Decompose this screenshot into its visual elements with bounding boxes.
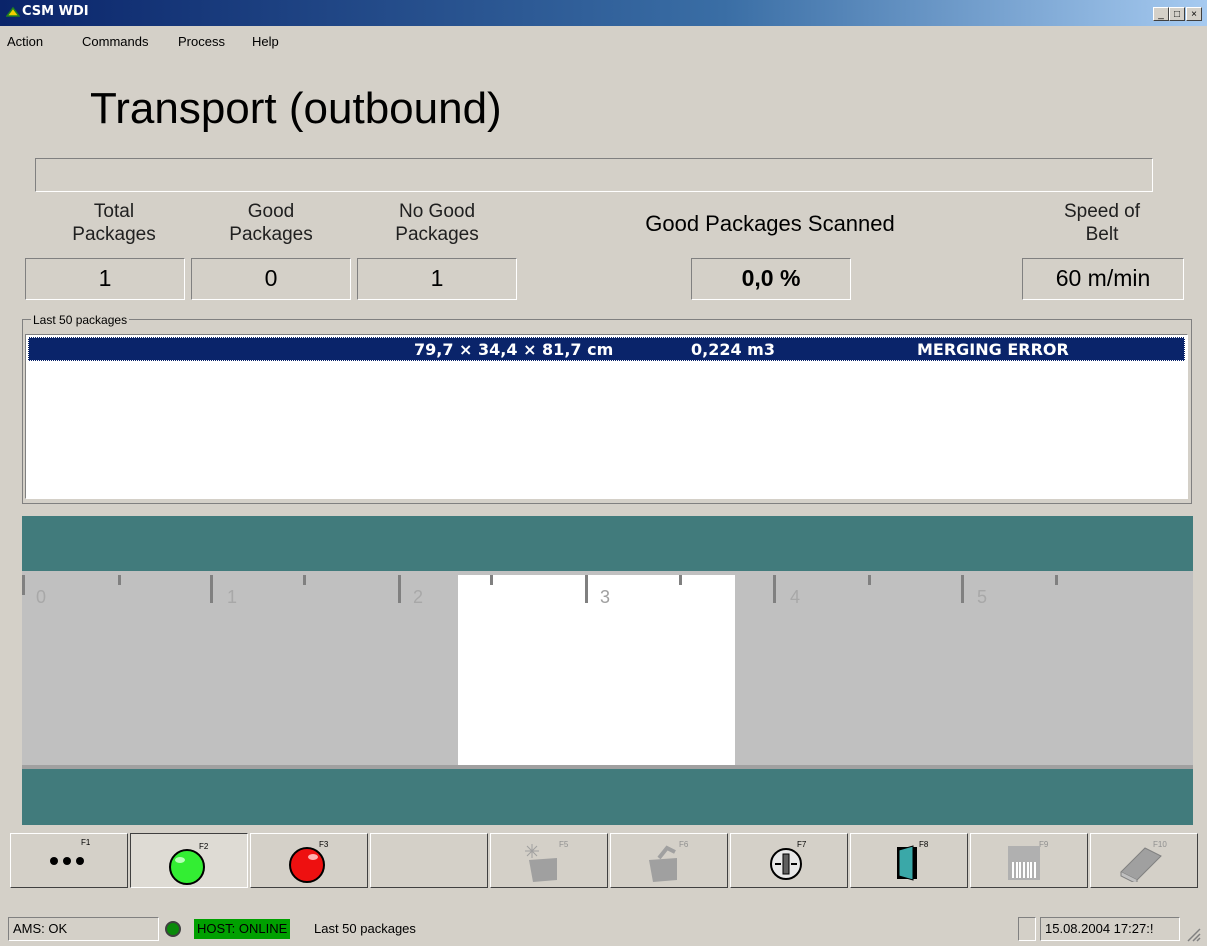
f4-button-empty[interactable] (370, 833, 488, 888)
conveyor-bottom-rail (22, 769, 1193, 825)
f10-button[interactable]: F10 (1090, 833, 1198, 888)
status-datetime: 15.08.2004 17:27:! (1040, 917, 1180, 941)
package-on-belt: 3 (458, 575, 735, 765)
total-packages-value: 1 (25, 258, 185, 300)
book-icon (1120, 847, 1162, 882)
f1-button[interactable]: F1 (10, 833, 128, 888)
speed-label-line1: Speed of (1063, 201, 1141, 222)
good-scanned-label: Good Packages Scanned (645, 211, 895, 236)
conveyor-top-rail (22, 516, 1193, 571)
package-arm-icon (649, 845, 677, 882)
f8-button[interactable]: F8 (850, 833, 968, 888)
f2-button[interactable]: F2 (130, 833, 248, 888)
host-status-led-icon (165, 921, 181, 937)
speed-label-line2: Belt (1085, 224, 1119, 245)
list-item[interactable]: 79,7 × 34,4 × 81,7 cm 0,224 m3 MERGING E… (28, 337, 1185, 361)
menu-help[interactable]: Help (252, 34, 279, 49)
belt-speed-value: 60 m/min (1022, 258, 1184, 300)
network-icon (770, 848, 802, 880)
scale-label-3: 3 (600, 587, 611, 607)
exit-door-icon (897, 845, 917, 881)
nogood-label-line2: Packages (395, 224, 479, 245)
status-host: HOST: ONLINE (194, 919, 291, 939)
good-label-line2: Packages (229, 224, 313, 245)
f1-key-label: F1 (81, 838, 91, 847)
window-title: CSM WDI (22, 4, 89, 19)
good-scanned-value: 0,0 % (691, 258, 851, 300)
f3-button[interactable]: F3 (250, 833, 368, 888)
red-light-icon (289, 847, 325, 883)
total-label-line1: Total (93, 201, 135, 222)
page-title: Transport (outbound) (90, 84, 502, 133)
maximize-button[interactable]: □ (1169, 7, 1185, 21)
total-label-line2: Packages (72, 224, 156, 245)
green-light-icon (169, 849, 205, 885)
menu-commands[interactable]: Commands (82, 34, 148, 49)
nogood-label-line1: No Good (398, 201, 476, 222)
good-label-line1: Good (247, 201, 295, 222)
package-volume: 0,224 m3 (691, 340, 775, 359)
dots-icon (50, 857, 84, 865)
f6-button[interactable]: F6 (610, 833, 728, 888)
menu-process[interactable]: Process (178, 34, 225, 49)
scale-label-2: 2 (413, 587, 424, 607)
good-packages-value: 0 (191, 258, 351, 300)
f9-button[interactable]: F9 (970, 833, 1088, 888)
status-progress-bar (35, 158, 1153, 192)
total-packages-label: Total Packages (50, 200, 178, 246)
menu-action[interactable]: Action (7, 34, 43, 49)
title-bar[interactable]: CSM WDI _ □ × (0, 0, 1207, 26)
good-packages-label: Good Packages (207, 200, 335, 246)
belt-speed-label: Speed of Belt (1038, 200, 1166, 246)
minimize-button[interactable]: _ (1153, 7, 1169, 21)
scale-label-1: 1 (227, 587, 238, 607)
f5-button[interactable]: F5 (490, 833, 608, 888)
nogood-packages-value: 1 (357, 258, 517, 300)
close-button[interactable]: × (1186, 7, 1202, 21)
resize-grip-icon[interactable] (1185, 926, 1201, 942)
scale-label-5: 5 (977, 587, 988, 607)
scale-label-0: 0 (36, 587, 47, 607)
status-empty-pane (1018, 917, 1036, 941)
barcode-icon (1008, 846, 1040, 880)
scale-label-4: 4 (790, 587, 801, 607)
package-dimensions: 79,7 × 34,4 × 81,7 cm (414, 340, 614, 359)
status-ams: AMS: OK (8, 917, 159, 941)
nogood-packages-label: No Good Packages (373, 200, 501, 246)
package-status: MERGING ERROR (917, 340, 1069, 359)
app-logo-icon (6, 6, 20, 17)
f7-button[interactable]: F7 (730, 833, 848, 888)
packages-list-caption: Last 50 packages (31, 313, 130, 327)
status-message: Last 50 packages (314, 921, 416, 936)
package-scan-icon (525, 844, 557, 882)
